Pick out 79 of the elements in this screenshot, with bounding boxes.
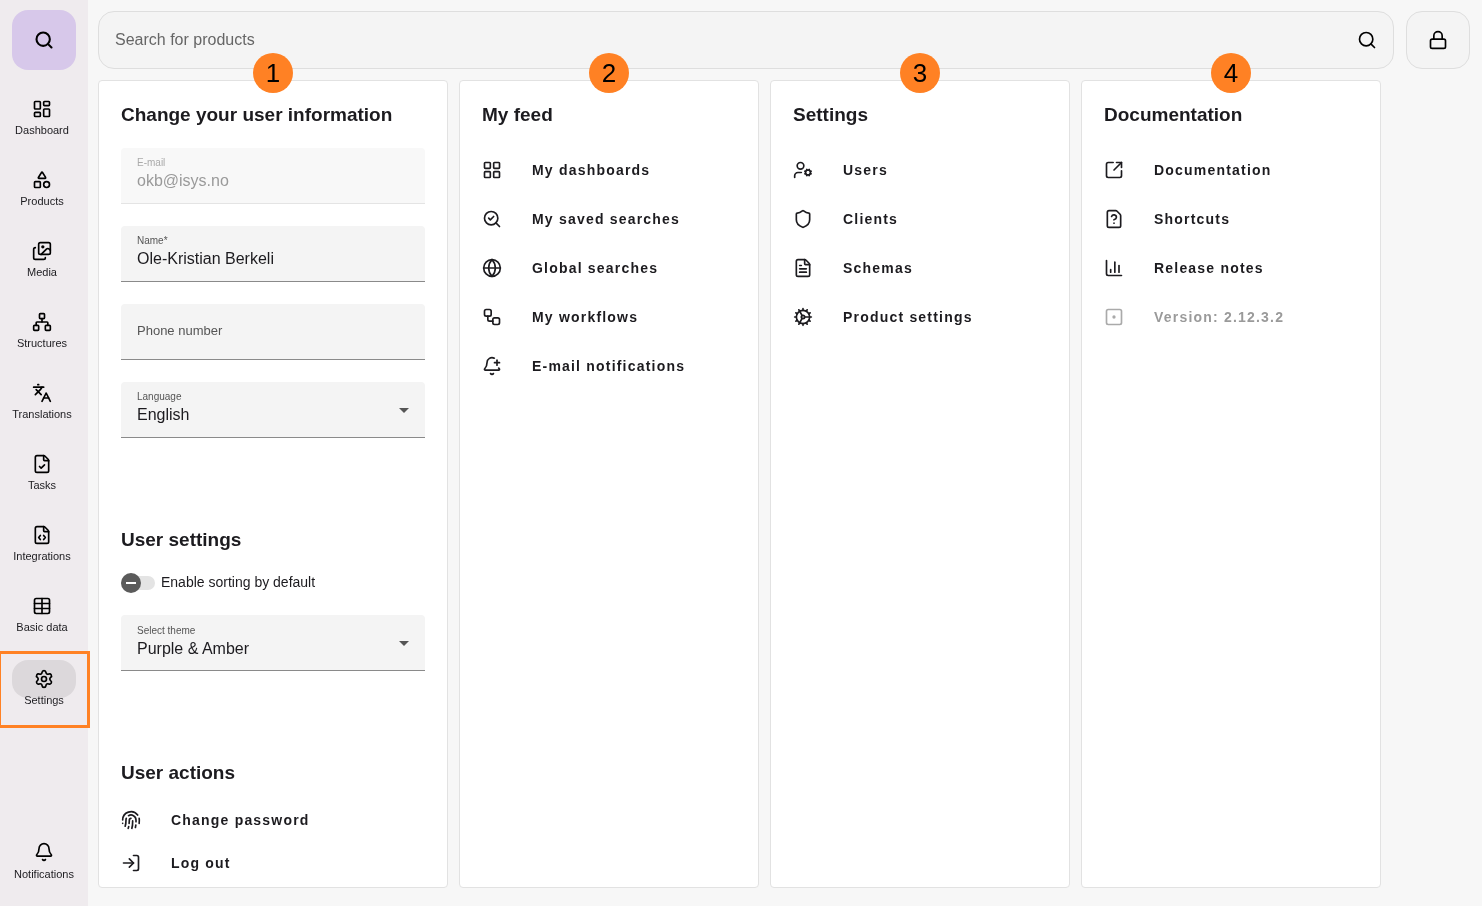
nav-item[interactable]: Products <box>0 155 86 226</box>
menu-link[interactable]: E-mail notifications <box>482 355 736 377</box>
search-input[interactable]: Search for products <box>115 28 1357 52</box>
field-placeholder: Phone number <box>137 322 223 341</box>
field-label: Select theme <box>137 624 196 637</box>
menu-link[interactable]: Documentation <box>1104 159 1358 181</box>
nav-item[interactable]: Notifications <box>0 832 88 892</box>
bell-icon <box>34 841 54 862</box>
menu-link[interactable]: My workflows <box>482 306 736 328</box>
images-icon <box>32 241 52 261</box>
translate-icon <box>32 383 52 403</box>
menu-link[interactable]: Users <box>793 159 1047 181</box>
search-icon <box>482 209 502 229</box>
grid-icon <box>482 160 502 180</box>
field-label: Name* <box>137 235 168 247</box>
document-icon <box>793 258 813 278</box>
lock-button[interactable] <box>1406 11 1470 69</box>
card-title: Change your user information <box>121 103 394 127</box>
table-icon <box>32 596 52 616</box>
nav-item[interactable]: Media <box>0 226 86 297</box>
menu-link[interactable]: Schemas <box>793 257 1047 279</box>
menu-link[interactable]: Shortcuts <box>1104 208 1358 230</box>
nav-item[interactable]: Structures <box>0 297 86 368</box>
fingerprint-icon <box>121 810 141 830</box>
select-field[interactable]: Select theme Purple & Amber <box>121 615 425 671</box>
toggle-switch[interactable] <box>121 575 155 590</box>
workflow-icon <box>482 307 502 327</box>
nav-item[interactable]: Translations <box>0 368 86 439</box>
field-value: Purple & Amber <box>137 638 250 659</box>
bell-plus-icon <box>482 356 502 376</box>
action-link[interactable]: Log out <box>121 852 425 874</box>
section-title: User actions <box>121 761 237 785</box>
code-file-icon <box>32 525 52 545</box>
card-title: My feed <box>482 103 554 127</box>
nav-item[interactable]: Basic data <box>0 581 86 652</box>
lock-icon <box>1428 30 1448 50</box>
section-title: User settings <box>121 527 243 552</box>
nav-item[interactable]: Dashboard <box>0 84 86 155</box>
nav-item[interactable]: Settings <box>1 654 87 725</box>
menu-link[interactable]: My saved searches <box>482 208 736 230</box>
shield-icon <box>793 209 813 229</box>
menu-link[interactable]: Global searches <box>482 257 736 279</box>
menu-link[interactable]: Release notes <box>1104 257 1358 279</box>
user-gear-icon <box>793 160 813 180</box>
search-icon <box>1357 30 1377 50</box>
card-title: Settings <box>793 103 869 127</box>
action-link[interactable]: Change password <box>121 809 425 831</box>
callout-badge: 3 <box>900 53 940 93</box>
field-value: okb@isys.no <box>137 171 229 191</box>
dashboard-icon <box>32 99 52 119</box>
file-check-icon <box>32 454 52 474</box>
menu-link[interactable]: My dashboards <box>482 159 736 181</box>
dropdown-caret-icon <box>399 407 409 413</box>
shapes-icon <box>32 170 52 190</box>
input-field[interactable]: Phone number <box>121 303 425 360</box>
callout-badge: 4 <box>1211 53 1251 93</box>
logout-icon <box>121 853 141 873</box>
field-label: E-mail <box>137 157 166 169</box>
field-label: Language <box>137 391 182 403</box>
chart-icon <box>1104 258 1124 278</box>
external-link-icon <box>1104 160 1124 180</box>
help-icon <box>1104 209 1124 229</box>
search-icon <box>34 30 54 50</box>
nav-item[interactable]: Tasks <box>0 439 86 510</box>
callout-badge: 1 <box>253 53 293 93</box>
input-field[interactable]: Name* Ole-Kristian Berkeli <box>121 225 425 282</box>
field-value: Ole-Kristian Berkeli <box>137 249 274 269</box>
search-button[interactable] <box>12 10 76 70</box>
menu-link[interactable]: Clients <box>793 208 1047 230</box>
dropdown-caret-icon <box>399 641 409 646</box>
nav-item[interactable]: Integrations <box>0 510 86 581</box>
menu-link[interactable]: Product settings <box>793 306 1047 328</box>
structure-icon <box>32 312 52 332</box>
toggle-label: Enable sorting by default <box>161 573 316 592</box>
settings-icon <box>34 669 54 689</box>
callout-badge: 2 <box>589 53 629 93</box>
select-field[interactable]: Language English <box>121 381 425 438</box>
card-title: Documentation <box>1104 103 1244 127</box>
field-value: English <box>137 405 190 425</box>
